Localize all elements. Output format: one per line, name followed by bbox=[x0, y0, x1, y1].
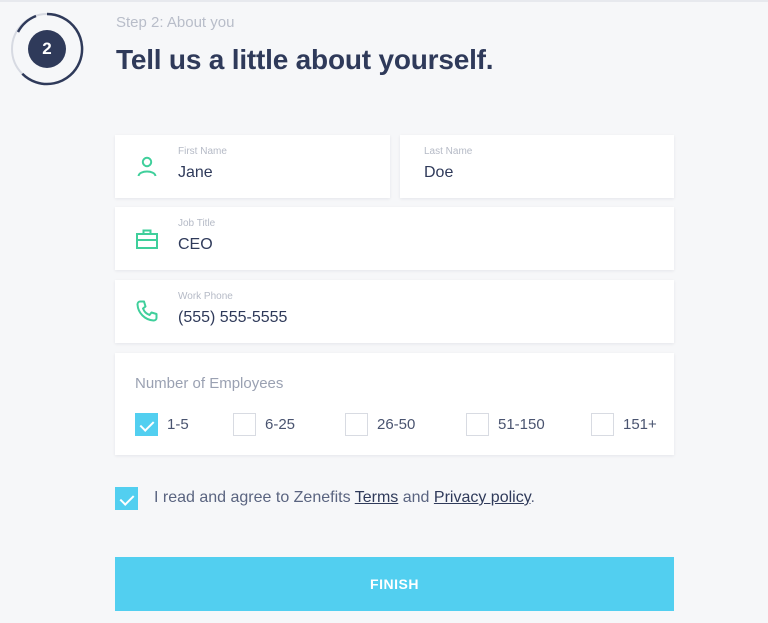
step-indicator: 2 bbox=[10, 12, 84, 86]
agreement-prefix: I read and agree to Zenefits bbox=[154, 489, 355, 506]
briefcase-icon bbox=[135, 227, 159, 251]
step-number: 2 bbox=[28, 30, 66, 68]
agreement-row: I read and agree to Zenefits Terms and P… bbox=[115, 486, 535, 510]
job-title-field[interactable]: Job Title CEO bbox=[115, 207, 674, 270]
terms-link[interactable]: Terms bbox=[355, 489, 399, 506]
step-label: Step 2: About you bbox=[116, 14, 235, 31]
employee-option-1-5[interactable]: 1-5 bbox=[135, 412, 189, 436]
agreement-checkbox[interactable] bbox=[115, 486, 138, 510]
checkbox-6-25[interactable] bbox=[233, 412, 256, 436]
first-name-field[interactable]: First Name Jane bbox=[115, 135, 390, 198]
work-phone-field[interactable]: Work Phone (555) 555-5555 bbox=[115, 280, 674, 343]
checkbox-26-50[interactable] bbox=[345, 412, 368, 436]
checkbox-151-plus[interactable] bbox=[591, 412, 614, 436]
checkbox-1-5[interactable] bbox=[135, 412, 158, 436]
finish-button[interactable]: FINISH bbox=[115, 557, 674, 611]
job-title-value[interactable]: CEO bbox=[178, 236, 213, 254]
employee-option-51-150[interactable]: 51-150 bbox=[466, 412, 545, 436]
employees-title: Number of Employees bbox=[135, 375, 284, 392]
top-divider bbox=[0, 0, 768, 2]
privacy-policy-link[interactable]: Privacy policy bbox=[434, 489, 531, 506]
checkbox-51-150[interactable] bbox=[466, 412, 489, 436]
first-name-label: First Name bbox=[178, 146, 227, 157]
last-name-value[interactable]: Doe bbox=[424, 164, 453, 182]
employees-card: Number of Employees 1-5 6-25 26-50 51-15… bbox=[115, 353, 674, 455]
employee-option-label: 1-5 bbox=[167, 415, 189, 433]
first-name-value[interactable]: Jane bbox=[178, 164, 213, 182]
agreement-suffix: . bbox=[530, 489, 535, 506]
employee-option-label: 26-50 bbox=[377, 415, 416, 433]
page-title: Tell us a little about yourself. bbox=[116, 44, 494, 75]
employee-option-label: 151+ bbox=[623, 415, 657, 433]
last-name-label: Last Name bbox=[424, 146, 473, 157]
job-title-label: Job Title bbox=[178, 218, 216, 229]
employee-option-151-plus[interactable]: 151+ bbox=[591, 412, 657, 436]
employee-option-26-50[interactable]: 26-50 bbox=[345, 412, 415, 436]
work-phone-label: Work Phone bbox=[178, 291, 233, 302]
agreement-text: I read and agree to Zenefits Terms and P… bbox=[154, 489, 535, 507]
agreement-middle: and bbox=[398, 489, 434, 506]
work-phone-value[interactable]: (555) 555-5555 bbox=[178, 309, 287, 327]
employee-option-label: 6-25 bbox=[265, 415, 296, 433]
employee-option-label: 51-150 bbox=[498, 415, 545, 433]
phone-icon bbox=[135, 299, 159, 323]
person-icon bbox=[135, 154, 159, 178]
employee-option-6-25[interactable]: 6-25 bbox=[233, 412, 295, 436]
last-name-field[interactable]: Last Name Doe bbox=[400, 135, 674, 198]
